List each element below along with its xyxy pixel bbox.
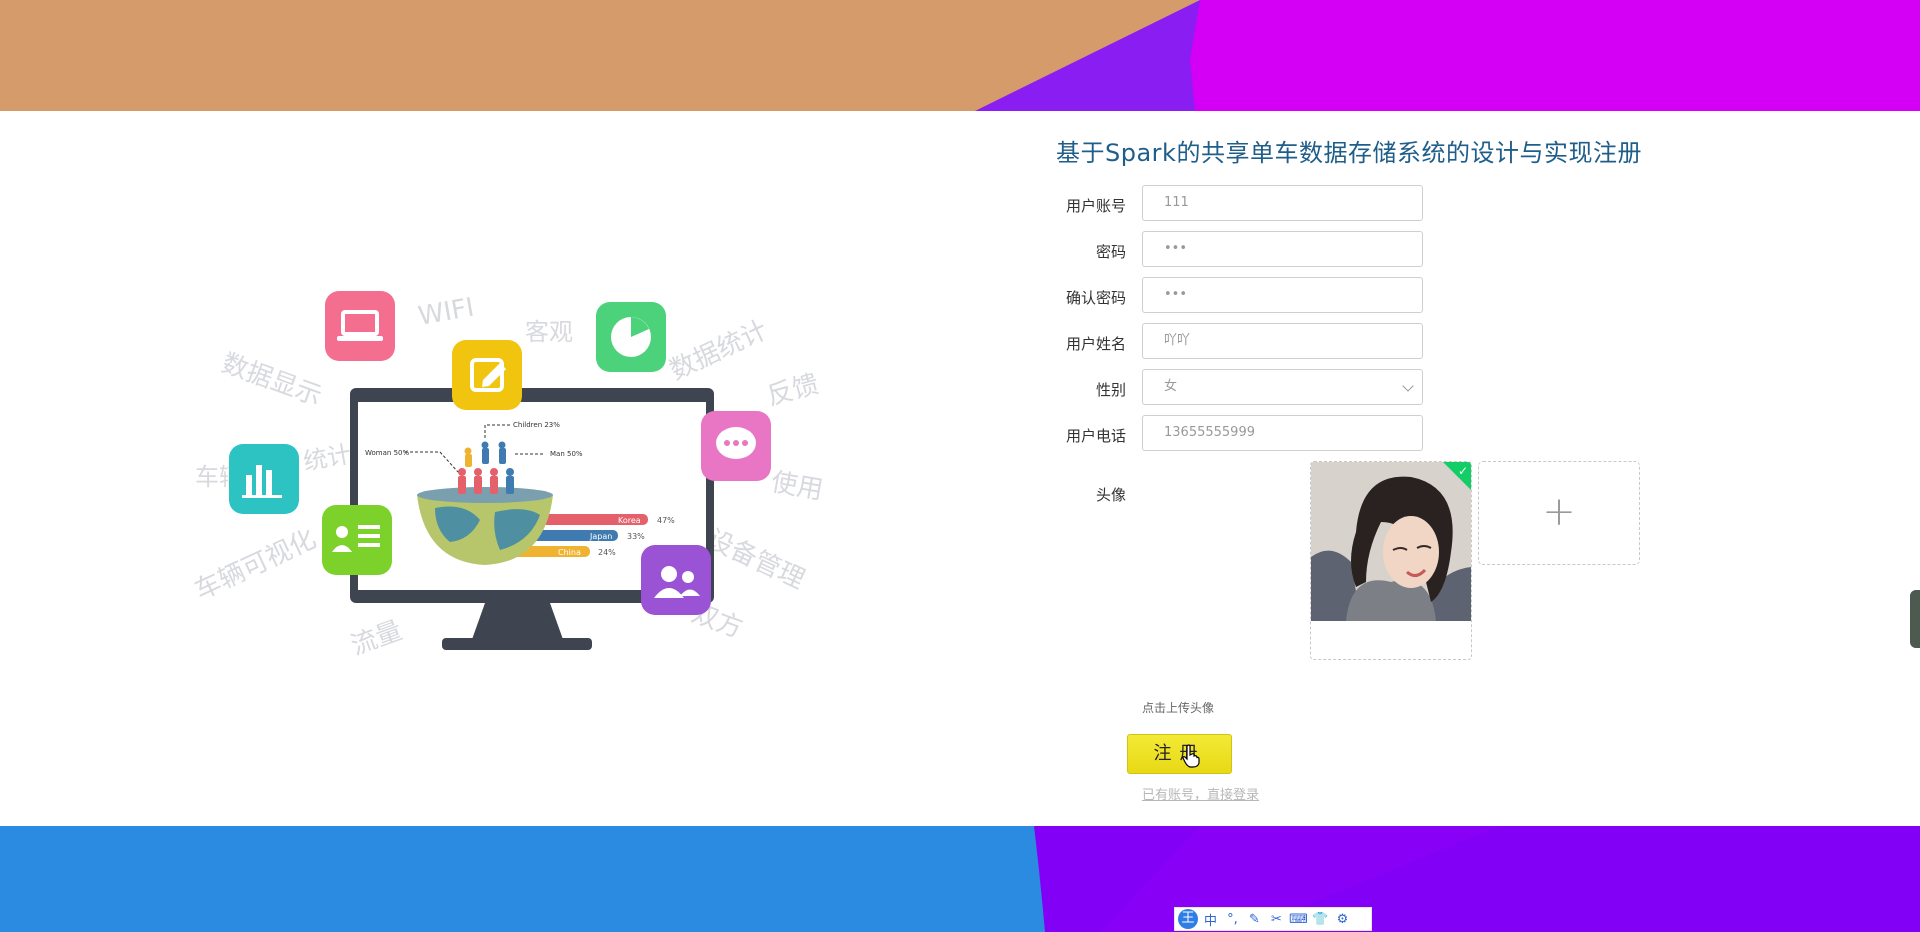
word-use: 使用 [769,467,825,506]
ime-toolbar: 王 中 °, ✎ ✂ ⌨ 👕 ⚙ [1174,907,1372,931]
account-label: 用户账号 [1065,197,1126,215]
login-link[interactable]: 已有账号，直接登录 [1142,784,1259,803]
word-vehicle-visualization: 车辆可视化 [190,524,321,606]
side-drawer-handle[interactable] [1910,590,1920,648]
password-label: 密码 [1095,243,1126,261]
ime-punctuation-icon[interactable]: °, [1223,912,1242,927]
gender-select[interactable]: 女 [1142,369,1423,405]
ime-skin-icon[interactable]: 👕 [1311,912,1330,927]
contact-card-icon [322,505,392,575]
top-decorative-band [0,0,1920,111]
ime-keyboard-icon[interactable]: ⌨ [1289,912,1308,927]
chat-icon [701,411,771,481]
upload-hint: 点击上传头像 [1142,701,1215,715]
ime-scissors-icon[interactable]: ✂ [1267,912,1286,927]
word-traffic: 流量 [347,616,406,662]
label-korea: Korea [618,516,641,525]
label-woman: Woman 50% [365,449,409,457]
check-icon: ✓ [1457,464,1468,478]
pie-chart-icon [596,302,666,372]
name-row: 用户姓名 吖吖 [1040,323,1425,361]
label-china-pct: 24% [598,548,616,557]
edit-icon [452,340,522,410]
ime-logo[interactable]: 王 [1178,909,1198,929]
word-wifi: WIFI [416,293,476,332]
label-japan: Japan [589,532,612,541]
laptop-icon [325,291,395,361]
label-china: China [558,548,581,557]
name-label: 用户姓名 [1065,335,1126,353]
label-japan-pct: 33% [627,532,645,541]
bottom-decorative-band [0,826,1920,932]
name-input[interactable]: 吖吖 [1142,323,1423,359]
ime-chinese-mode[interactable]: 中 [1201,910,1220,929]
gender-label: 性别 [1095,381,1126,399]
users-icon [641,545,711,615]
word-objective: 客观 [525,318,573,346]
phone-input[interactable]: 13655555999 [1142,415,1423,451]
register-button[interactable]: 注册 [1127,734,1232,774]
uploaded-avatar-card[interactable]: ✓ [1310,461,1472,660]
ime-settings-icon[interactable]: ⚙ [1333,912,1352,927]
label-korea-pct: 47% [657,516,675,525]
word-feedback: 反馈 [764,369,822,411]
gender-value: 女 [1164,379,1178,394]
phone-row: 用户电话 13655555999 [1040,415,1425,453]
label-children: Children 23% [513,421,560,429]
word-data-stats: 数据统计 [665,315,772,386]
plus-icon: + [1542,489,1576,535]
word-device-management: 设备管理 [702,524,809,595]
gender-row: 性别 女 [1040,369,1425,407]
hero-illustration: WIFI 客观 数据统计 数据显示 反馈 统计 车辆 使用 车辆可视化 设备管理… [180,280,840,680]
hand-cursor-icon [1182,744,1200,768]
label-man: Man 50% [550,450,583,458]
word-data-display: 数据显示 [218,348,326,412]
avatar-label: 头像 [1095,486,1126,504]
phone-label: 用户电话 [1065,427,1126,445]
account-input[interactable]: 111 [1142,185,1423,221]
avatar-upload-box[interactable]: + [1478,461,1640,565]
bar-chart-icon [229,444,299,514]
chevron-down-icon [1402,380,1414,392]
password-input[interactable]: ••• [1142,231,1423,267]
confirm-password-input[interactable]: ••• [1142,277,1423,313]
password-row: 密码 ••• [1040,231,1425,269]
account-row: 用户账号 111 [1040,185,1425,223]
page-title: 基于Spark的共享单车数据存储系统的设计与实现注册 [1056,139,1642,167]
confirm-password-row: 确认密码 ••• [1040,277,1425,315]
word-statistics: 统计 [301,440,353,476]
ime-handwriting-icon[interactable]: ✎ [1245,912,1264,927]
confirm-password-label: 确认密码 [1065,289,1126,307]
